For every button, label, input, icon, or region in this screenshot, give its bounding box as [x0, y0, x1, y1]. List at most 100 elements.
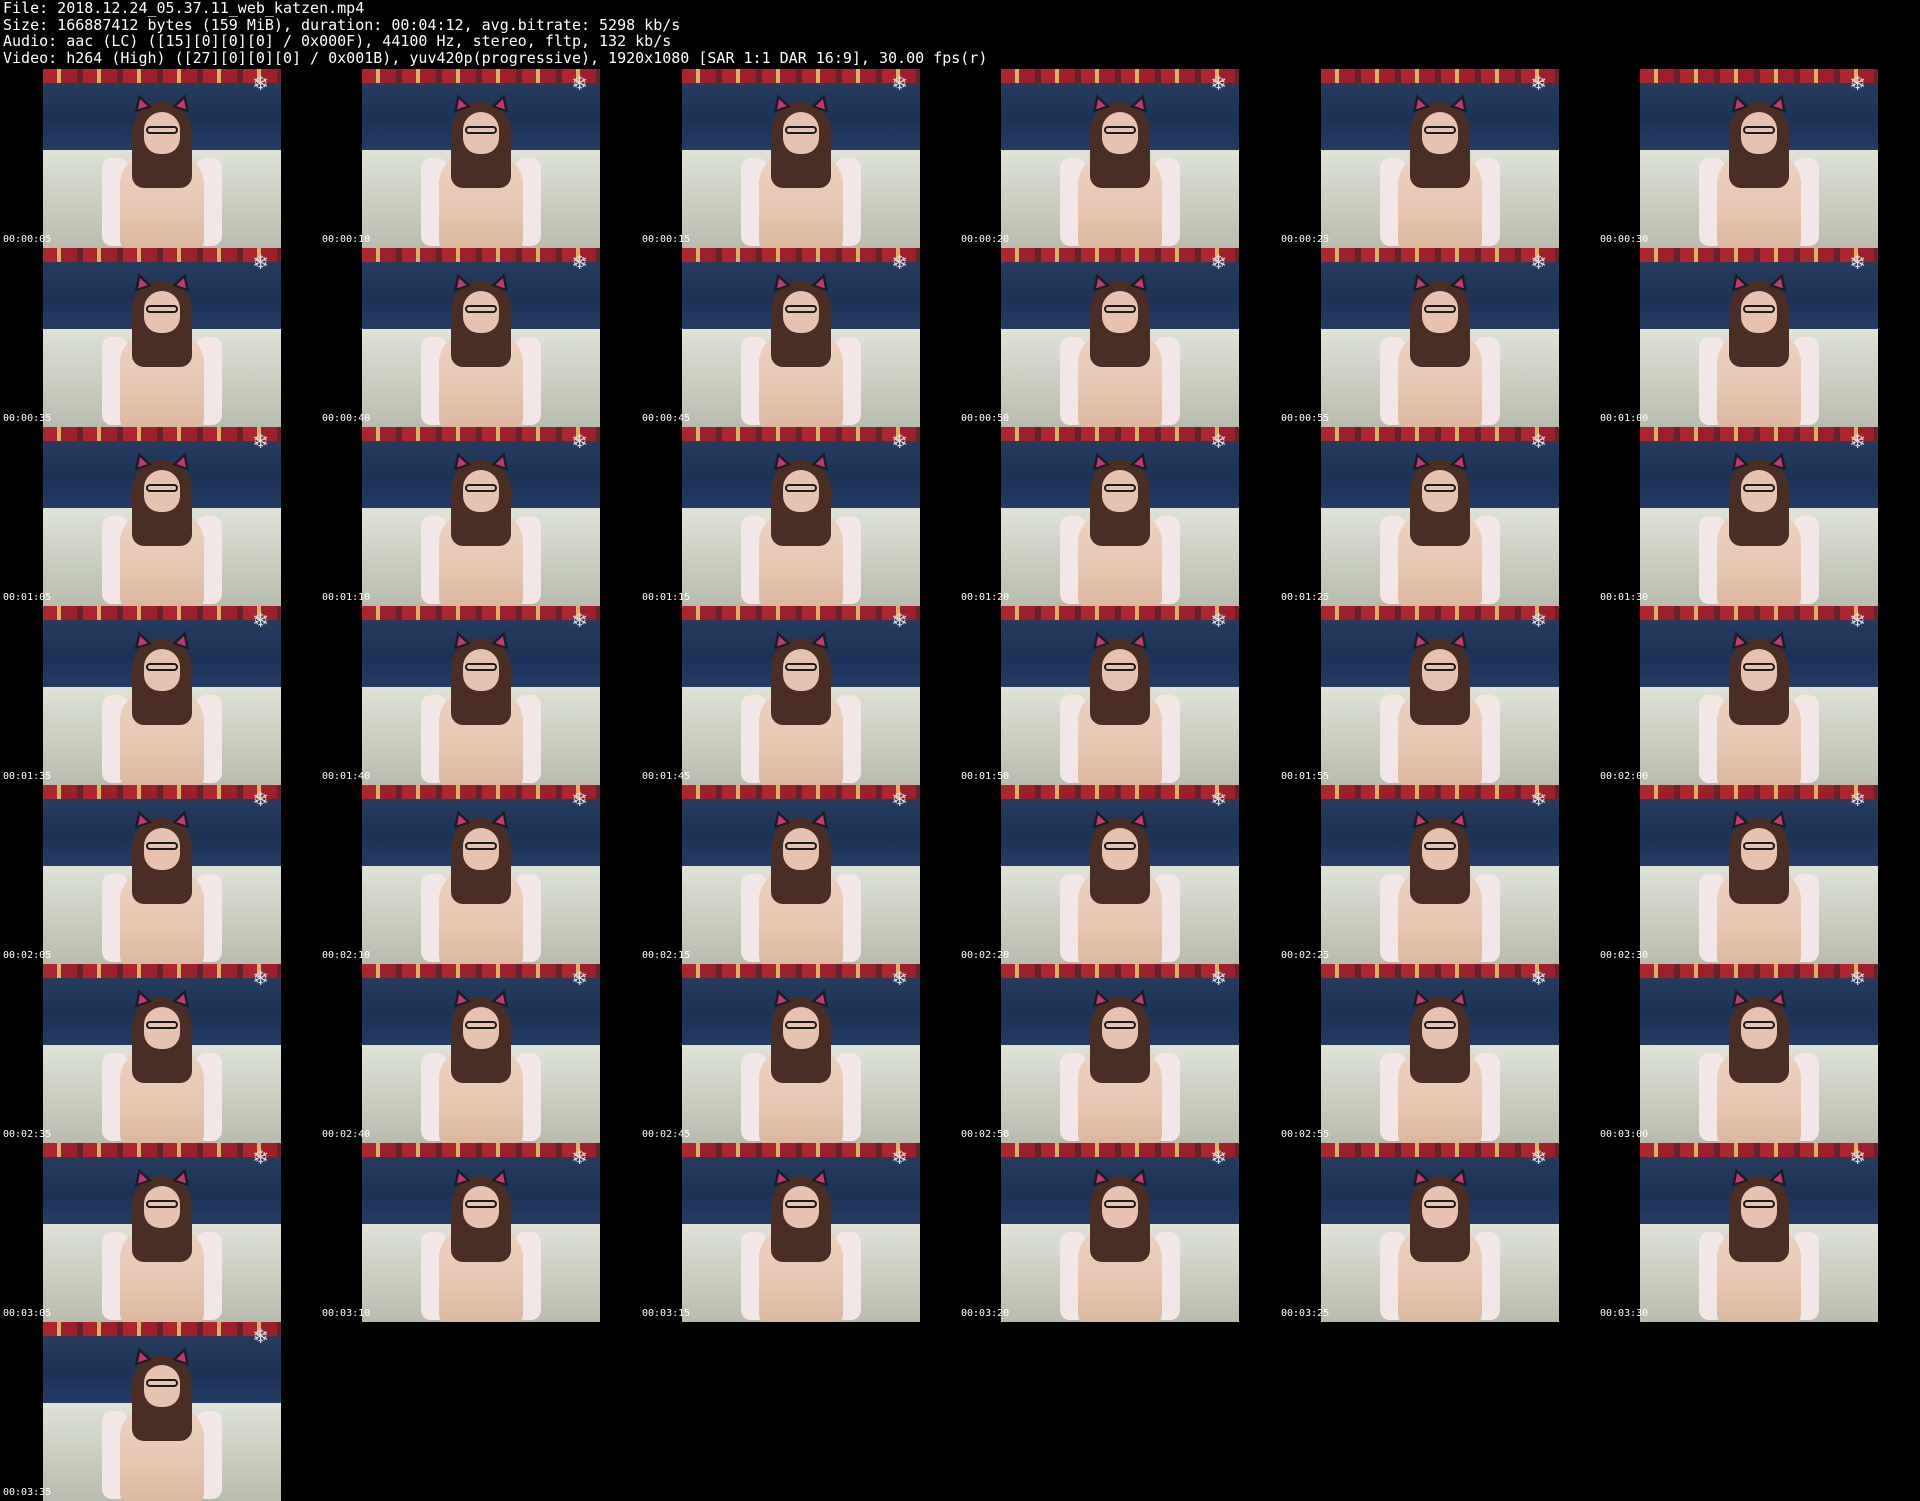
thumbnail-cell: ❄ 00:01:10 [319, 427, 638, 606]
snowflake-icon: ❄ [252, 787, 269, 811]
garland-decoration [1321, 1143, 1559, 1157]
person-figure [102, 625, 222, 785]
snowflake-icon: ❄ [252, 1145, 269, 1169]
snowflake-icon: ❄ [1210, 429, 1227, 453]
video-frame-thumbnail: ❄ [1321, 1143, 1559, 1322]
video-frame-thumbnail: ❄ [362, 964, 600, 1143]
glasses-icon [1104, 305, 1136, 313]
thumbnail-timestamp: 00:03:00 [1600, 1129, 1649, 1140]
thumbnail-cell: ❄ 00:02:15 [639, 785, 958, 964]
thumbnail-cell: ❄ 00:03:05 [0, 1143, 319, 1322]
video-frame-thumbnail: ❄ [1001, 606, 1239, 785]
snowflake-icon: ❄ [252, 1324, 269, 1348]
thumbnail-cell: ❄ 00:00:45 [639, 248, 958, 427]
glasses-icon [1743, 842, 1775, 850]
glasses-icon [1743, 663, 1775, 671]
thumbnail-timestamp: 00:03:20 [961, 1308, 1010, 1319]
garland-decoration [43, 69, 281, 83]
thumbnail-cell: ❄ 00:01:30 [1597, 427, 1916, 606]
thumbnail-timestamp: 00:00:10 [322, 234, 371, 245]
video-frame-thumbnail: ❄ [1640, 964, 1878, 1143]
glasses-icon [1104, 1021, 1136, 1029]
garland-decoration [362, 606, 600, 620]
person-figure [102, 88, 222, 248]
glasses-icon [465, 1200, 497, 1208]
snowflake-icon: ❄ [571, 608, 588, 632]
thumbnail-timestamp: 00:00:40 [322, 413, 371, 424]
thumbnail-timestamp: 00:01:25 [1281, 592, 1330, 603]
snowflake-icon: ❄ [891, 429, 908, 453]
thumbnail-timestamp: 00:03:10 [322, 1308, 371, 1319]
glasses-icon [465, 126, 497, 134]
thumbnail-cell: ❄ 00:00:25 [1278, 69, 1597, 248]
garland-decoration [1001, 1143, 1239, 1157]
person-figure [741, 804, 861, 964]
person-figure [1060, 446, 1180, 606]
snowflake-icon: ❄ [252, 250, 269, 274]
glasses-icon [146, 484, 178, 492]
snowflake-icon: ❄ [1849, 608, 1866, 632]
person-figure [102, 804, 222, 964]
glasses-icon [146, 1021, 178, 1029]
glasses-icon [1424, 484, 1456, 492]
thumbnail-timestamp: 00:01:30 [1600, 592, 1649, 603]
video-frame-thumbnail: ❄ [43, 248, 281, 427]
thumbnail-cell: ❄ 00:00:40 [319, 248, 638, 427]
snowflake-icon: ❄ [1210, 71, 1227, 95]
thumbnail-timestamp: 00:02:25 [1281, 950, 1330, 961]
person-figure [421, 88, 541, 248]
snowflake-icon: ❄ [1210, 966, 1227, 990]
glasses-icon [785, 484, 817, 492]
person-figure [1060, 804, 1180, 964]
video-frame-thumbnail: ❄ [1321, 69, 1559, 248]
glasses-icon [146, 305, 178, 313]
snowflake-icon: ❄ [1849, 966, 1866, 990]
person-figure [1699, 267, 1819, 427]
glasses-icon [1743, 484, 1775, 492]
thumbnail-timestamp: 00:03:15 [642, 1308, 691, 1319]
garland-decoration [1321, 69, 1559, 83]
person-figure [1699, 88, 1819, 248]
glasses-icon [146, 1379, 178, 1387]
video-frame-thumbnail: ❄ [682, 964, 920, 1143]
garland-decoration [682, 427, 920, 441]
garland-decoration [1640, 69, 1878, 83]
garland-decoration [1321, 785, 1559, 799]
person-figure [1699, 625, 1819, 785]
glasses-icon [1743, 305, 1775, 313]
garland-decoration [1640, 248, 1878, 262]
thumbnail-cell: ❄ 00:02:50 [958, 964, 1277, 1143]
thumbnail-timestamp: 00:00:50 [961, 413, 1010, 424]
garland-decoration [682, 1143, 920, 1157]
thumbnail-cell: ❄ 00:02:30 [1597, 785, 1916, 964]
video-frame-thumbnail: ❄ [362, 248, 600, 427]
thumbnail-cell: ❄ 00:00:20 [958, 69, 1277, 248]
video-frame-thumbnail: ❄ [1640, 427, 1878, 606]
snowflake-icon: ❄ [1210, 608, 1227, 632]
thumbnail-timestamp: 00:00:45 [642, 413, 691, 424]
video-frame-thumbnail: ❄ [43, 69, 281, 248]
video-frame-thumbnail: ❄ [1321, 785, 1559, 964]
thumbnail-timestamp: 00:01:20 [961, 592, 1010, 603]
garland-decoration [1321, 248, 1559, 262]
thumbnail-grid: ❄ 00:00:05 ❄ 00:00:10 ❄ 00:00:15 ❄ 00:00:20 ❄ 00:… [0, 0, 1920, 1501]
person-figure [1060, 267, 1180, 427]
snowflake-icon: ❄ [891, 608, 908, 632]
person-figure [421, 625, 541, 785]
snowflake-icon: ❄ [1530, 787, 1547, 811]
thumbnail-timestamp: 00:00:20 [961, 234, 1010, 245]
thumbnail-cell: ❄ 00:00:30 [1597, 69, 1916, 248]
thumbnail-timestamp: 00:01:50 [961, 771, 1010, 782]
video-frame-thumbnail: ❄ [1001, 69, 1239, 248]
video-frame-thumbnail: ❄ [43, 964, 281, 1143]
thumbnail-timestamp: 00:02:50 [961, 1129, 1010, 1140]
person-figure [102, 1341, 222, 1501]
snowflake-icon: ❄ [891, 1145, 908, 1169]
garland-decoration [43, 964, 281, 978]
video-frame-thumbnail: ❄ [362, 785, 600, 964]
snowflake-icon: ❄ [252, 966, 269, 990]
glasses-icon [146, 842, 178, 850]
garland-decoration [1321, 427, 1559, 441]
person-figure [741, 88, 861, 248]
thumbnail-cell: ❄ 00:01:25 [1278, 427, 1597, 606]
